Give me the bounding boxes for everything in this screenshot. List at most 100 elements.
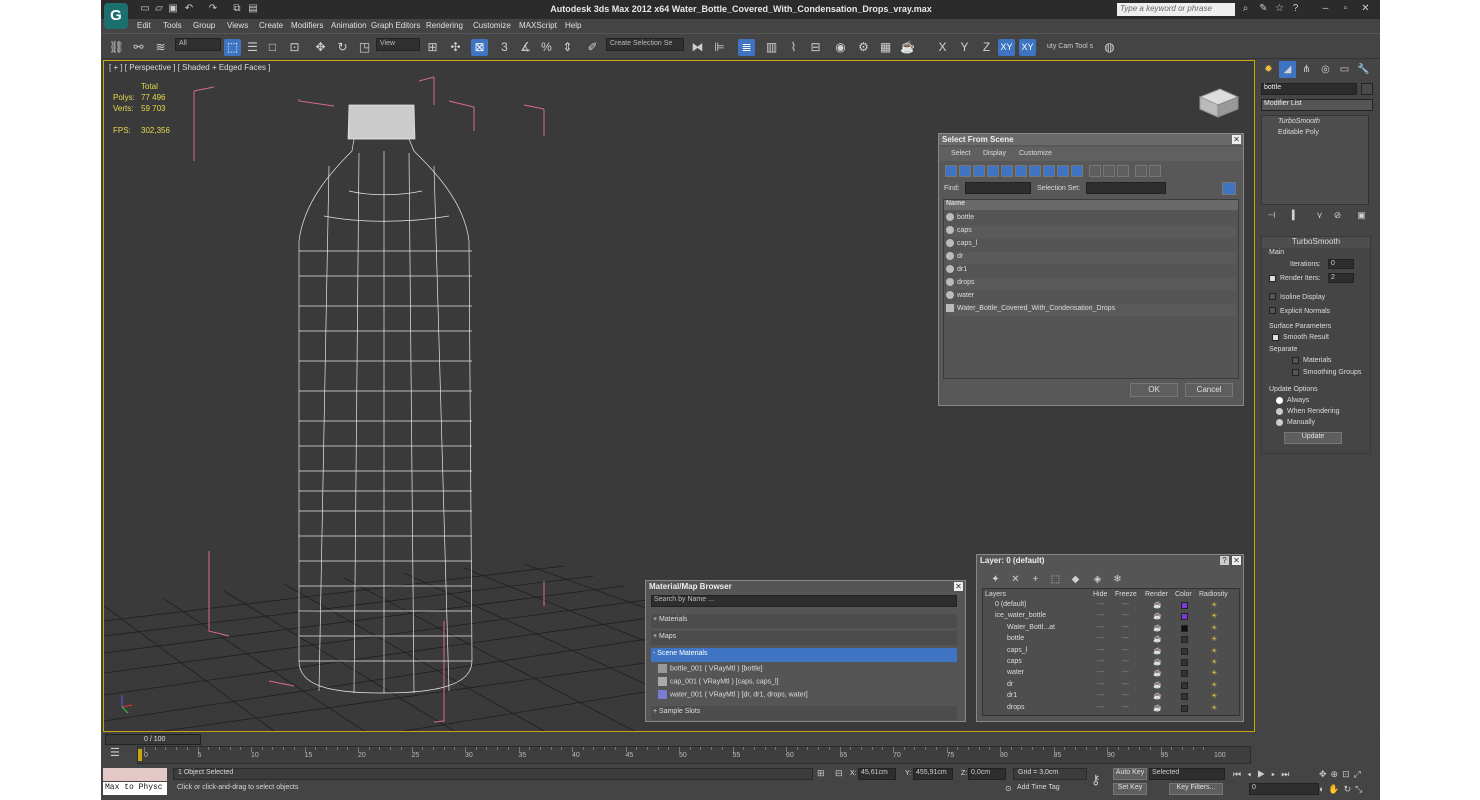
axis-x-button[interactable]: X: [934, 39, 951, 56]
layer-row[interactable]: 0 (default) --- --- ☕ ☀: [985, 601, 1237, 611]
ok-button[interactable]: OK: [1130, 383, 1178, 397]
mirror-icon[interactable]: ⧓: [689, 39, 706, 56]
object-name-input[interactable]: bottle: [1261, 83, 1357, 95]
list-item[interactable]: Water_Bottle_Covered_With_Condensation_D…: [946, 304, 1236, 316]
x-coordinate[interactable]: 45,61cm: [858, 768, 896, 780]
radiosity-icon[interactable]: ☀: [1211, 624, 1217, 632]
freeze-toggle[interactable]: ---: [1122, 647, 1129, 654]
filter-funnel-icon[interactable]: [1135, 165, 1147, 177]
hide-toggle[interactable]: ---: [1097, 647, 1104, 654]
select-manipulate-icon[interactable]: ✣: [447, 39, 464, 56]
radiosity-icon[interactable]: ☀: [1211, 601, 1217, 609]
set-key-icon[interactable]: ⚷: [1091, 772, 1101, 788]
scale-icon[interactable]: ◳: [356, 39, 373, 56]
menu-modifiers[interactable]: Modifiers: [291, 21, 323, 30]
filter-helpers-icon[interactable]: [1001, 165, 1013, 177]
freeze-toggle[interactable]: ---: [1122, 635, 1129, 642]
filter-spacewarps-icon[interactable]: [1015, 165, 1027, 177]
sync-selection-icon[interactable]: [1222, 182, 1236, 195]
close-icon[interactable]: ✕: [1232, 556, 1241, 565]
hide-toggle[interactable]: ---: [1097, 612, 1104, 619]
menu-customize[interactable]: Customize: [473, 21, 511, 30]
delete-layer-icon[interactable]: ✕: [1007, 571, 1024, 588]
radiosity-icon[interactable]: ☀: [1211, 612, 1217, 620]
render-teapot-icon[interactable]: ☕: [1153, 624, 1162, 632]
render-teapot-icon[interactable]: ☕: [1153, 612, 1162, 620]
select-invert-icon[interactable]: [1117, 165, 1129, 177]
y-coordinate[interactable]: 455,91cm: [913, 768, 953, 780]
list-item[interactable]: dr1: [946, 265, 1236, 277]
smooth-result-checkbox[interactable]: [1272, 334, 1279, 341]
pin-stack-icon[interactable]: ⊣: [1263, 207, 1280, 224]
search-input[interactable]: Type a keyword or phrase: [1117, 3, 1235, 16]
column-layers[interactable]: Layers: [985, 591, 1006, 598]
new-icon[interactable]: ▭: [139, 3, 151, 15]
layer-color-swatch[interactable]: [1181, 659, 1188, 666]
playback-controls[interactable]: ⏮◂▶▸⏭: [1233, 769, 1295, 780]
menu-group[interactable]: Group: [193, 21, 215, 30]
axis-xy-button[interactable]: XY: [998, 39, 1015, 56]
filter-cameras-icon[interactable]: [987, 165, 999, 177]
move-icon[interactable]: ✥: [312, 39, 329, 56]
radiosity-icon[interactable]: ☀: [1211, 669, 1217, 677]
layer-manager-icon[interactable]: ≣: [738, 39, 755, 56]
list-item[interactable]: bottle_001 ( VRayMtl ) [bottle]: [658, 664, 956, 676]
section-scene-materials[interactable]: - Scene Materials: [651, 648, 957, 662]
layer-row[interactable]: Water_Bottl...at --- --- ☕ ☀: [985, 624, 1237, 634]
list-item[interactable]: dr: [946, 252, 1236, 264]
modify-tab-icon[interactable]: ◢: [1279, 61, 1296, 78]
curve-editor-icon[interactable]: ⌇: [785, 39, 802, 56]
layer-color-swatch[interactable]: [1181, 624, 1188, 632]
menu-edit[interactable]: Edit: [137, 21, 151, 30]
layer-row[interactable]: bottle --- --- ☕ ☀: [985, 635, 1237, 645]
list-item[interactable]: water: [946, 291, 1236, 303]
create-layer-icon[interactable]: ✦: [987, 571, 1004, 588]
filter-groups-icon[interactable]: [1029, 165, 1041, 177]
explicit-normals-checkbox[interactable]: [1269, 307, 1276, 314]
close-icon[interactable]: ✕: [1359, 3, 1372, 16]
track-bar-icon[interactable]: ☰: [110, 746, 120, 759]
remove-modifier-icon[interactable]: ⊘: [1329, 207, 1346, 224]
menu-views[interactable]: Views: [227, 21, 248, 30]
render-teapot-icon[interactable]: ☕: [1153, 658, 1162, 666]
list-item[interactable]: water_001 ( VRayMtl ) [dr, dr1, drops, w…: [658, 690, 956, 702]
smoothing-groups-checkbox[interactable]: [1292, 369, 1299, 376]
reference-coordinate-dropdown[interactable]: View: [376, 38, 420, 51]
hold-icon[interactable]: ⧉: [231, 3, 243, 15]
select-none-icon[interactable]: [1103, 165, 1115, 177]
close-icon[interactable]: ✕: [1232, 135, 1241, 144]
freeze-toggle[interactable]: ---: [1122, 704, 1129, 711]
list-item[interactable]: caps_l: [946, 239, 1236, 251]
render-teapot-icon[interactable]: ☕: [1153, 647, 1162, 655]
layer-row[interactable]: caps_l --- --- ☕ ☀: [985, 647, 1237, 657]
radiosity-icon[interactable]: ☀: [1211, 692, 1217, 700]
update-button[interactable]: Update: [1284, 432, 1342, 444]
communication-icon[interactable]: ✎: [1257, 3, 1270, 16]
list-item[interactable]: drops: [946, 278, 1236, 290]
hide-toggle[interactable]: ---: [1097, 704, 1104, 711]
layer-row[interactable]: water --- --- ☕ ☀: [985, 669, 1237, 679]
viewport-nav-controls[interactable]: ✥⊕⊡⤢: [1319, 769, 1365, 780]
maxscript-listener-color[interactable]: [103, 768, 167, 781]
help-icon[interactable]: ?: [1220, 556, 1229, 565]
named-selection-set-dropdown[interactable]: Create Selection Se: [606, 38, 684, 51]
hide-toggle[interactable]: ---: [1097, 692, 1104, 699]
layer-color-swatch[interactable]: [1181, 647, 1188, 655]
layer-row[interactable]: dr --- --- ☕ ☀: [985, 681, 1237, 691]
freeze-toggle[interactable]: ---: [1122, 612, 1129, 619]
render-teapot-icon[interactable]: ☕: [1153, 601, 1162, 609]
utilities-tab-icon[interactable]: 🔧: [1355, 61, 1372, 78]
browser-search-input[interactable]: Search by Name ...: [651, 595, 957, 607]
object-color-swatch[interactable]: [1361, 83, 1373, 95]
hide-toggle[interactable]: ---: [1097, 669, 1104, 676]
make-unique-icon[interactable]: ⋎: [1311, 207, 1328, 224]
menu-animation[interactable]: Animation: [331, 21, 367, 30]
axis-xy-cycle-button[interactable]: XY: [1019, 39, 1036, 56]
selection-set-dropdown[interactable]: [1086, 182, 1166, 194]
time-tag-icon[interactable]: ⊙: [1005, 784, 1012, 793]
highlight-layer-icon[interactable]: ◆: [1067, 571, 1084, 588]
menu-help[interactable]: Help: [565, 21, 581, 30]
find-input[interactable]: [965, 182, 1031, 194]
select-object-icon[interactable]: ⬚: [224, 39, 241, 56]
redo-icon[interactable]: ↷: [207, 3, 219, 15]
